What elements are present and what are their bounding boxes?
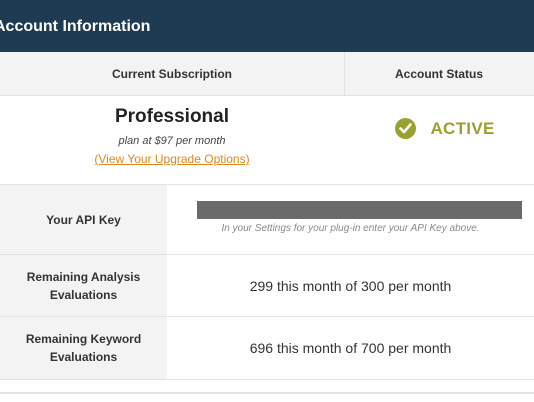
check-circle-icon [395, 118, 416, 139]
keyword-evaluations-value: 696 this month of 700 per month [167, 317, 534, 379]
current-subscription-heading: Current Subscription [111, 67, 232, 81]
panel-bottom-border [0, 392, 534, 394]
api-key-label: Your API Key [0, 185, 167, 254]
analysis-evaluations-value: 299 this month of 300 per month [167, 255, 534, 316]
status-badge: ACTIVE [430, 118, 495, 138]
subscription-body-row: Professional plan at $97 per month (View… [0, 96, 534, 185]
subscription-header-row: Current Subscription Account Status [0, 52, 534, 96]
panel-footer [0, 380, 534, 402]
analysis-label-line1: Remaining Analysis [26, 269, 141, 284]
keyword-evaluations-label: Remaining Keyword Evaluations [0, 317, 167, 379]
analysis-evaluations-row: Remaining Analysis Evaluations 299 this … [0, 255, 534, 317]
keyword-evaluations-row: Remaining Keyword Evaluations 696 this m… [0, 317, 534, 380]
keyword-label-line1: Remaining Keyword [25, 332, 142, 346]
analysis-evaluations-label: Remaining Analysis Evaluations [0, 255, 167, 316]
upgrade-options-link[interactable]: (View Your Upgrade Options) [0, 152, 344, 166]
page-title: Account Information [0, 18, 151, 35]
plan-price: plan at $97 per month [118, 135, 226, 147]
plan-name: Professional [114, 106, 230, 127]
account-status-heading: Account Status [394, 67, 483, 81]
api-key-value-cell [167, 185, 534, 254]
api-key-row: Your API Key [0, 185, 534, 255]
analysis-label-line2: Evaluations [49, 287, 118, 302]
keyword-label-line2: Evaluations [49, 350, 118, 364]
api-key-hint: In your Settings for your plug-in enter … [221, 223, 480, 234]
api-key-redacted-value[interactable] [197, 201, 522, 219]
account-info-header: Account Information [0, 0, 534, 52]
account-status: ACTIVE [395, 118, 495, 140]
